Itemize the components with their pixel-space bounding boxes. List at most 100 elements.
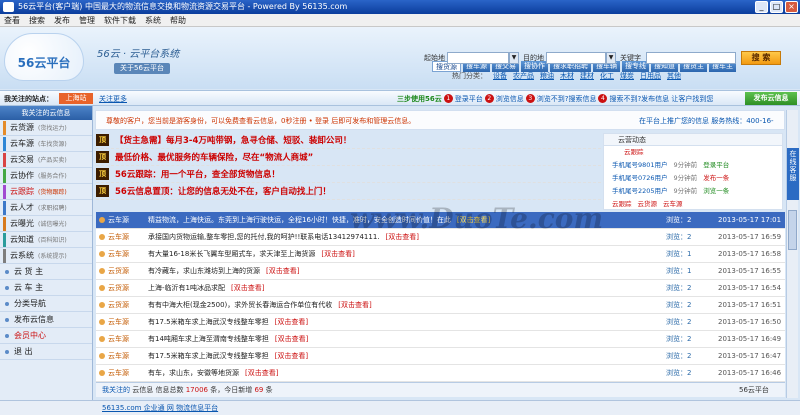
sidebar-nav-item[interactable]: 会员中心 bbox=[0, 328, 92, 344]
keyword-input[interactable] bbox=[646, 52, 736, 64]
follow-more-link[interactable]: 关注更多 bbox=[99, 94, 127, 104]
menu-system[interactable]: 系统 bbox=[145, 14, 161, 26]
hot-item[interactable]: 粮油 bbox=[540, 71, 554, 81]
station-label: 我关注的站点： bbox=[4, 95, 53, 103]
menu-publish[interactable]: 发布 bbox=[54, 14, 70, 26]
station-button[interactable]: 上海站 bbox=[59, 93, 93, 104]
from-input[interactable] bbox=[447, 52, 509, 64]
row-time: 2013-05-17 16:47 bbox=[718, 352, 782, 360]
news-action[interactable]: 登录平台 bbox=[703, 159, 729, 172]
sidebar-item[interactable]: 云知道 (百科知识) bbox=[0, 232, 92, 248]
table-row[interactable]: 云车源 有14吨厢车求上海至渭南专线整车零担 [双击查看] 浏览：2 2013-05-1… bbox=[96, 331, 785, 348]
hot-item[interactable]: 设备 bbox=[493, 71, 507, 81]
to-input[interactable] bbox=[546, 52, 606, 64]
sidebar-item[interactable]: 云货源 (货找运力) bbox=[0, 120, 92, 136]
to-dropdown-icon[interactable]: ▼ bbox=[606, 52, 616, 64]
table-row[interactable]: 云货源 有冷藏车，求山东潍坊到上海的货源 [双击查看] 浏览：1 2013-05-17 … bbox=[96, 263, 785, 280]
scroll-thumb[interactable] bbox=[788, 210, 797, 250]
table-row[interactable]: 云车源 有大量16-18米长飞翼车型厢式车，求天津至上海货源 [双击查看] 浏览：1 2… bbox=[96, 246, 785, 263]
step-search[interactable]: 浏览不到?搜索信息 bbox=[537, 94, 597, 104]
row-link[interactable]: [双击查看] bbox=[245, 369, 278, 377]
hot-item[interactable]: 煤炭 bbox=[620, 71, 634, 81]
source-icon bbox=[99, 251, 105, 257]
row-time: 2013-05-17 16:49 bbox=[718, 335, 782, 343]
news-action[interactable]: 发布一条 bbox=[703, 172, 729, 185]
footer-version: 56云平台 bbox=[739, 386, 769, 394]
row-link[interactable]: [双击查看] bbox=[275, 335, 308, 343]
menu-search[interactable]: 搜索 bbox=[29, 14, 45, 26]
table-row[interactable]: 云车源 有17.5米箱车求上海武汉专线整车零担 [双击查看] 浏览：2 2013-05-… bbox=[96, 348, 785, 365]
hot-item[interactable]: 日用品 bbox=[640, 71, 661, 81]
step-number: 1 bbox=[443, 94, 453, 103]
hot-item[interactable]: 其他 bbox=[667, 71, 681, 81]
sidebar-item[interactable]: 云交易 (产品买卖) bbox=[0, 152, 92, 168]
pin-tag: 顶 bbox=[96, 168, 109, 180]
sidebar-nav-item[interactable]: 云 货 主 bbox=[0, 264, 92, 280]
ad-item[interactable]: 顶 56云跟踪：用一个平台，查全部货物信息！ bbox=[96, 166, 601, 183]
hot-item[interactable]: 木材 bbox=[560, 71, 574, 81]
system-title: 56云 · 云平台系统 bbox=[97, 49, 180, 60]
about-button[interactable]: 关于56云平台 bbox=[114, 63, 170, 74]
row-link[interactable]: [双击查看] bbox=[275, 318, 308, 326]
hot-item[interactable]: 建材 bbox=[580, 71, 594, 81]
table-row[interactable]: 云货源 上海-临沂有1吨冰品求配 [双击查看] 浏览：2 2013-05-17 16:5… bbox=[96, 280, 785, 297]
publish-button[interactable]: 发布云信息 bbox=[745, 92, 797, 105]
hot-item[interactable]: 化工 bbox=[600, 71, 614, 81]
table-row[interactable]: 云车源 有17.5米箱车求上海武汉专线整车零担 [双击查看] 浏览：2 2013-05-… bbox=[96, 314, 785, 331]
step-login[interactable]: 登录平台 bbox=[455, 94, 483, 104]
row-views: 浏览：2 bbox=[666, 318, 692, 326]
step-browse[interactable]: 浏览信息 bbox=[496, 94, 524, 104]
sidebar-nav-item[interactable]: 退 出 bbox=[0, 344, 92, 360]
to-label: 目的地 bbox=[523, 54, 544, 62]
row-source: 云货源 bbox=[108, 284, 129, 292]
bottom-link[interactable]: 56135.com 企业通 网 物流信息平台 bbox=[102, 403, 218, 413]
menu-view[interactable]: 查看 bbox=[4, 14, 20, 26]
sidebar-item[interactable]: 云跟踪 (货物跟踪) bbox=[0, 184, 92, 200]
close-button[interactable]: × bbox=[785, 1, 798, 13]
sidebar-item[interactable]: 云协作 (服务合作) bbox=[0, 168, 92, 184]
sidebar-nav-item[interactable]: 云 车 主 bbox=[0, 280, 92, 296]
sidebar-item[interactable]: 云人才 (求职招聘) bbox=[0, 200, 92, 216]
ad-item[interactable]: 顶 56云信息置顶：让您的信息无处不在，客户自动找上门！ bbox=[96, 183, 601, 200]
row-views: 浏览：2 bbox=[666, 335, 692, 343]
row-link[interactable]: [双击查看] bbox=[275, 352, 308, 360]
news-user[interactable]: 手机尾号2205用户 bbox=[612, 185, 668, 198]
steps-title: 三步使用56云 bbox=[397, 95, 442, 103]
step-publish[interactable]: 搜索不到?发布信息 让客户找到您 bbox=[609, 94, 713, 104]
table-row[interactable]: 云车源 有车，求山东，安徽等地货源 [双击查看] 浏览：2 2013-05-17 16:… bbox=[96, 365, 785, 382]
sidebar-item-label: 云车源 bbox=[10, 139, 34, 148]
sidebar-item[interactable]: 云曝光 (诚信曝光) bbox=[0, 216, 92, 232]
table-row[interactable]: 云货源 有有中海大柜(现金2500)，求外贸长春海运合作单位有代收 [双击查看] 浏览… bbox=[96, 297, 785, 314]
sidebar-item[interactable]: 云系统 (系统提示) bbox=[0, 248, 92, 264]
hot-item[interactable]: 农产品 bbox=[513, 71, 534, 81]
news-extra-link[interactable]: 云跟踪 bbox=[612, 198, 632, 211]
search-button[interactable]: 搜 索 bbox=[741, 51, 781, 65]
category-color-icon bbox=[3, 232, 6, 247]
row-link[interactable]: [双击查看] bbox=[321, 250, 354, 258]
news-extra-link[interactable]: 云货源 bbox=[638, 198, 658, 211]
maximize-button[interactable]: □ bbox=[770, 1, 783, 13]
ad-item[interactable]: 顶最低价格、最优服务的车辆保险，尽在“物流人商城” bbox=[96, 149, 601, 166]
row-link[interactable]: [双击查看] bbox=[266, 267, 299, 275]
news-time: 9分钟前 bbox=[673, 174, 698, 182]
row-link[interactable]: [双击查看] bbox=[338, 301, 371, 309]
menu-help[interactable]: 帮助 bbox=[170, 14, 186, 26]
minimize-button[interactable]: _ bbox=[755, 1, 768, 13]
news-action[interactable]: 云跟踪 bbox=[624, 146, 644, 159]
from-dropdown-icon[interactable]: ▼ bbox=[509, 52, 519, 64]
window-title: 56云平台(客户端) 中国最大的物流信息交换和物流资源交易平台 - Powere… bbox=[18, 2, 348, 11]
ad-item[interactable]: 顶【货主急需】每月3-4万吨带钢，急寻仓储、短驳、装卸公司！ bbox=[96, 132, 601, 149]
row-link[interactable]: [双击查看] bbox=[231, 284, 264, 292]
online-service-tab[interactable]: 在线客服 bbox=[787, 148, 799, 200]
menu-manage[interactable]: 管理 bbox=[79, 14, 95, 26]
menu-download[interactable]: 软件下载 bbox=[104, 14, 136, 26]
news-action[interactable]: 浏览一条 bbox=[703, 185, 729, 198]
sidebar-nav-item[interactable]: 分类导航 bbox=[0, 296, 92, 312]
news-user[interactable]: 手机尾号0726用户 bbox=[612, 172, 668, 185]
news-row: 手机尾号9801用户 9分钟前 登录平台 bbox=[604, 159, 782, 172]
sidebar-nav-item[interactable]: 发布云信息 bbox=[0, 312, 92, 328]
sidebar-item[interactable]: 云车源 (车找货源) bbox=[0, 136, 92, 152]
row-text: 有车，求山东，安徽等地货源 [双击查看] bbox=[148, 369, 279, 377]
news-extra-link[interactable]: 云车源 bbox=[663, 198, 683, 211]
news-user[interactable]: 手机尾号9801用户 bbox=[612, 159, 668, 172]
